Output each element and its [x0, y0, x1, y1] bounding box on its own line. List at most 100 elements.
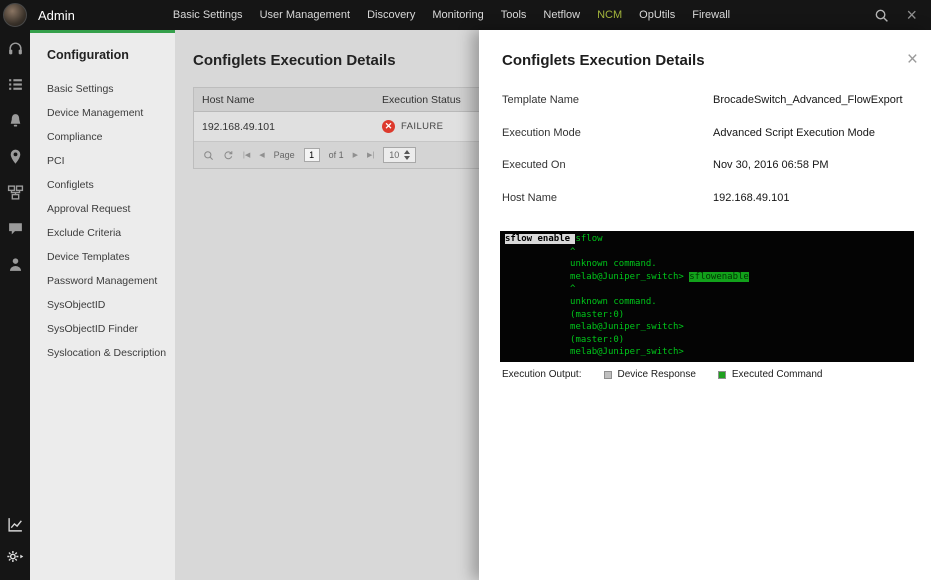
terminal-line: sflow enable sflow: [505, 233, 909, 246]
menu-item-netflow[interactable]: Netflow: [543, 9, 580, 21]
sidebar-item-device-management[interactable]: Device Management: [30, 101, 175, 125]
rail-top-group: [7, 40, 24, 292]
terminal-text: (master:0): [505, 309, 625, 320]
panel-close-icon[interactable]: ×: [907, 50, 918, 69]
field-label: Host Name: [502, 191, 558, 204]
sidebar-item-pci[interactable]: PCI: [30, 149, 175, 173]
menu-item-user-management[interactable]: User Management: [260, 9, 351, 21]
next-page-icon[interactable]: ▶: [353, 151, 358, 159]
sidebar-item-compliance[interactable]: Compliance: [30, 125, 175, 149]
failure-icon: ✕: [382, 120, 395, 133]
table-search-icon[interactable]: [203, 150, 214, 161]
menu-item-monitoring[interactable]: Monitoring: [432, 9, 483, 21]
legend-items: Device Response Executed Command: [603, 369, 823, 380]
sidebar-item-basic-settings[interactable]: Basic Settings: [30, 77, 175, 101]
terminal-text: (master:0): [505, 334, 625, 345]
brand-title: Admin: [38, 7, 75, 23]
sidebar-item-device-templates[interactable]: Device Templates: [30, 245, 175, 269]
terminal-line: unknown command.: [505, 296, 909, 309]
page-size-select[interactable]: 10: [383, 147, 417, 163]
terminal-text: unknown command.: [505, 259, 657, 270]
menu-item-ncm[interactable]: NCM: [597, 9, 622, 21]
page-label: Page: [273, 150, 295, 160]
sidebar-item-approval-request[interactable]: Approval Request: [30, 197, 175, 221]
col-host-name: Host Name: [202, 93, 255, 106]
settings-icon[interactable]: [5, 548, 25, 565]
terminal-text: sflow: [575, 234, 603, 244]
panel-title: Configlets Execution Details: [502, 52, 705, 69]
rail-bottom-group: [5, 516, 25, 580]
terminal-line: ^: [505, 283, 909, 296]
field-label: Template Name: [502, 94, 580, 106]
legend-item-device-response: Device Response: [603, 369, 696, 380]
sidebar-item-password-management[interactable]: Password Management: [30, 269, 175, 293]
sidebar-item-sysobjectid[interactable]: SysObjectID: [30, 293, 175, 317]
page-number-input[interactable]: [303, 148, 320, 162]
reports-icon[interactable]: [7, 516, 24, 533]
chat-icon[interactable]: [7, 220, 24, 237]
terminal-text: ^: [505, 284, 576, 295]
location-icon[interactable]: [7, 148, 24, 165]
legend-color-swatch: [603, 370, 612, 379]
sidebar-title: Configuration: [47, 48, 129, 62]
search-icon[interactable]: [874, 8, 889, 23]
sidebar-item-exclude-criteria[interactable]: Exclude Criteria: [30, 221, 175, 245]
sidebar-item-configlets[interactable]: Configlets: [30, 173, 175, 197]
field-value: BrocadeSwitch_Advanced_FlowExport: [713, 94, 903, 106]
menu-item-tools[interactable]: Tools: [501, 9, 527, 21]
details-panel: Configlets Execution Details × Template …: [479, 30, 931, 580]
execution-status-cell: ✕ FAILURE: [382, 120, 443, 133]
menu-item-basic-settings[interactable]: Basic Settings: [173, 9, 243, 21]
close-icon[interactable]: ×: [906, 6, 917, 25]
field-execution-mode: Execution Mode Advanced Script Execution …: [479, 127, 931, 160]
topbar-right: ×: [874, 6, 931, 25]
users-icon[interactable]: [7, 256, 24, 273]
terminal-text: unknown command.: [505, 296, 657, 307]
field-label: Execution Mode: [502, 126, 581, 139]
topbar: Admin Basic Settings User Management Disco…: [0, 0, 931, 30]
field-host-name: Host Name 192.168.49.101: [479, 192, 931, 225]
alarms-icon[interactable]: [7, 112, 24, 129]
last-page-icon[interactable]: ▶|: [367, 151, 374, 159]
legend-label: Device Response: [617, 369, 696, 380]
page-size-value: 10: [389, 150, 400, 160]
terminal-line: (master:0): [505, 334, 909, 347]
field-template-name: Template Name BrocadeSwitch_Advanced_Flow…: [479, 94, 931, 127]
device-response-text: sflow enable: [505, 234, 576, 244]
refresh-icon[interactable]: [223, 150, 234, 161]
execution-output-terminal: sflow enable sflow ^ unknown command. me…: [500, 231, 914, 362]
topbar-menu: Basic Settings User Management Discovery Mo…: [173, 9, 730, 21]
legend-title: Execution Output:: [502, 369, 582, 380]
sidebar: Configuration Basic Settings Device Manag…: [30, 30, 175, 580]
field-label: Executed On: [502, 159, 566, 171]
terminal-text: ^: [505, 246, 576, 257]
host-name-cell: 192.168.49.101: [202, 120, 275, 133]
field-value: Nov 30, 2016 06:58 PM: [713, 159, 829, 171]
col-execution-status: Execution Status: [382, 93, 461, 106]
field-value: 192.168.49.101: [713, 191, 790, 204]
legend-item-executed-command: Executed Command: [717, 369, 823, 380]
terminal-line: unknown command.: [505, 258, 909, 271]
terminal-line: (master:0): [505, 309, 909, 322]
panel-header: Configlets Execution Details ×: [479, 30, 931, 69]
menu-item-discovery[interactable]: Discovery: [367, 9, 415, 21]
sidebar-item-sysobjectid-finder[interactable]: SysObjectID Finder: [30, 317, 175, 341]
menu-item-firewall[interactable]: Firewall: [692, 9, 730, 21]
terminal-line: melab@Juniper_switch>: [505, 346, 909, 359]
first-page-icon[interactable]: |◀: [243, 151, 250, 159]
inventory-icon[interactable]: [7, 184, 24, 201]
tasks-icon[interactable]: [7, 76, 24, 93]
sidebar-item-syslocation-description[interactable]: Syslocation & Description: [30, 341, 175, 365]
prev-page-icon[interactable]: ◀: [259, 151, 264, 159]
executed-command-text: sflowenable: [689, 271, 749, 282]
user-avatar[interactable]: [3, 3, 27, 27]
terminal-text: melab@Juniper_switch>: [505, 322, 684, 333]
spinner-arrows-icon: [404, 150, 411, 160]
legend-label: Executed Command: [731, 369, 823, 380]
terminal-text: melab@Juniper_switch>: [505, 271, 690, 282]
sidebar-list: Basic Settings Device Management Complianc…: [30, 77, 175, 365]
headset-icon[interactable]: [7, 40, 24, 57]
menu-item-oputils[interactable]: OpUtils: [639, 9, 675, 21]
terminal-line: melab@Juniper_switch> sflowenable: [505, 271, 909, 284]
panel-fields: Template Name BrocadeSwitch_Advanced_Flow…: [479, 94, 931, 224]
